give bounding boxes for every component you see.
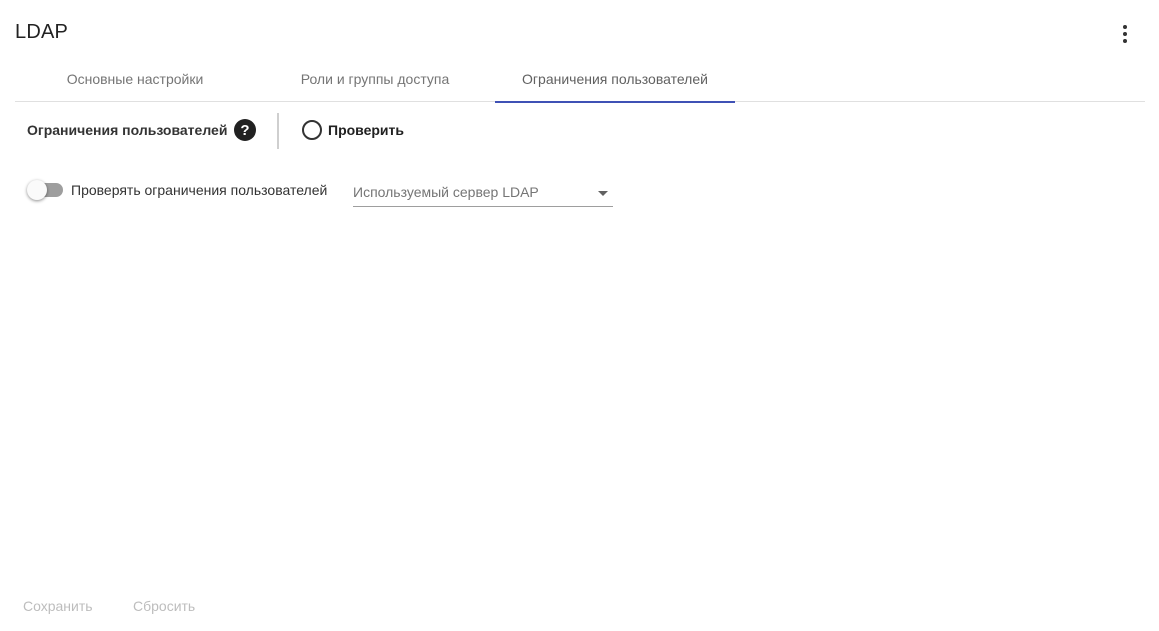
restrictions-toggle-row: Проверять ограничения пользователей — [27, 180, 327, 200]
tab-user-restrictions[interactable]: Ограничения пользователей — [495, 56, 735, 103]
menu-dot — [1123, 39, 1127, 43]
section-header: Ограничения пользователей ? Проверить — [27, 113, 627, 149]
check-button-label: Проверить — [328, 122, 404, 138]
dropdown-arrow-icon — [598, 191, 608, 196]
page-title: LDAP — [15, 21, 69, 43]
reset-button[interactable]: Сбросить — [133, 598, 195, 614]
toggle-thumb — [27, 180, 47, 200]
help-circle-icon[interactable]: ? — [234, 119, 256, 141]
ldap-server-select[interactable]: Используемый сервер LDAP — [353, 180, 613, 207]
tab-bar: Основные настройки Роли и группы доступа… — [15, 56, 1145, 103]
section-title: Ограничения пользователей — [27, 122, 228, 138]
restrictions-toggle[interactable] — [27, 180, 63, 200]
restrictions-toggle-label: Проверять ограничения пользователей — [71, 182, 328, 198]
ldap-server-select-placeholder: Используемый сервер LDAP — [353, 184, 539, 200]
menu-dot — [1123, 25, 1127, 29]
ldap-settings-page: LDAP Основные настройки Роли и группы до… — [0, 0, 1159, 631]
tab-roles-groups[interactable]: Роли и группы доступа — [255, 56, 495, 102]
menu-dot — [1123, 32, 1127, 36]
tab-main-settings[interactable]: Основные настройки — [15, 56, 255, 102]
radio-circle-icon — [302, 120, 322, 140]
check-button[interactable]: Проверить — [302, 120, 404, 140]
vertical-divider — [277, 113, 279, 149]
more-vert-icon[interactable] — [1113, 22, 1137, 46]
save-button[interactable]: Сохранить — [23, 598, 93, 614]
